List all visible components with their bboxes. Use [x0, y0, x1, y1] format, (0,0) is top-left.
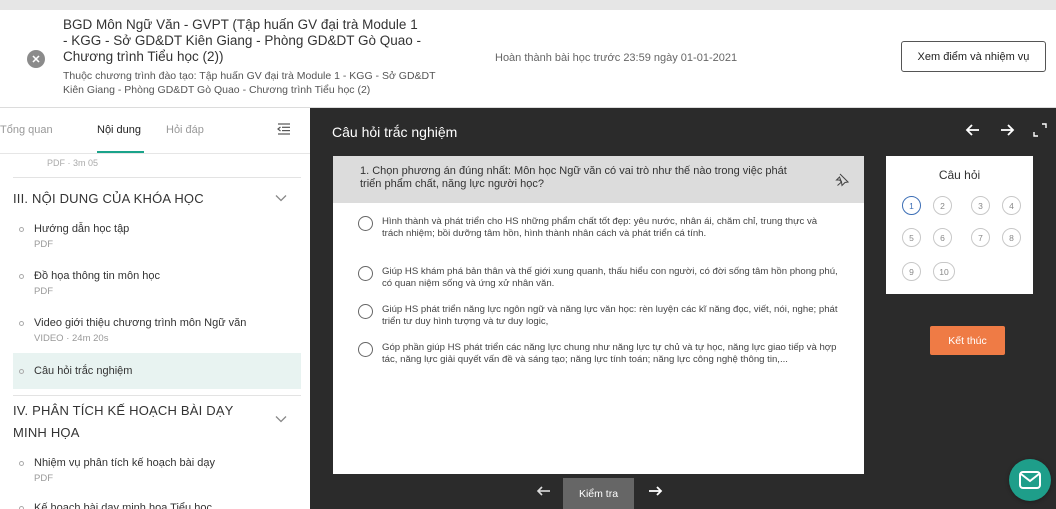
tab-qa[interactable]: Hỏi đáp	[166, 124, 204, 136]
section-title: IV. PHÂN TÍCH KẾ HOẠCH BÀI DẠY MINH HỌA	[13, 403, 234, 440]
questions-panel-title: Câu hỏi	[938, 168, 981, 182]
radio-button[interactable]	[358, 216, 373, 231]
bullet-icon	[19, 321, 24, 326]
answer-option[interactable]: Hình thành và phát triển cho HS những ph…	[358, 216, 838, 240]
section-header-iv[interactable]: IV. PHÂN TÍCH KẾ HOẠCH BÀI DẠY MINH HỌA	[13, 400, 301, 444]
quiz-area: Câu hỏi trắc nghiệm 1. Chọn phương án đú…	[310, 108, 1056, 509]
deadline-text: Hoàn thành bài học trước 23:59 ngày 01-0…	[495, 52, 738, 64]
radio-button[interactable]	[358, 342, 373, 357]
answer-option[interactable]: Giúp HS phát triển năng lực ngôn ngữ và …	[358, 304, 838, 328]
option-text: Giúp HS khám phá bản thân và thế giới xu…	[382, 266, 838, 289]
divider	[13, 177, 301, 178]
question-card: 1. Chọn phương án đúng nhất: Môn học Ngữ…	[333, 156, 864, 474]
question-number-button[interactable]: 7	[971, 228, 990, 247]
course-title: BGD Môn Ngữ Văn - GVPT (Tập huấn GV đại …	[63, 17, 421, 64]
section-header-iii[interactable]: III. NỘI DUNG CỦA KHÓA HỌC	[13, 188, 301, 210]
question-number-button[interactable]: 1	[902, 196, 921, 215]
list-item[interactable]: Nhiệm vụ phân tích kế hoạch bài dạy PDF	[13, 456, 301, 490]
expand-icon[interactable]	[1032, 121, 1048, 139]
question-text: 1. Chọn phương án đúng nhất: Môn học Ngữ…	[360, 165, 787, 190]
sidebar: Tổng quan Nội dung Hỏi đáp PDF · 3m 05 I…	[0, 108, 310, 509]
close-icon[interactable]: ✕	[27, 50, 45, 68]
mail-icon[interactable]	[1009, 459, 1051, 501]
question-header: 1. Chọn phương án đúng nhất: Môn học Ngữ…	[333, 156, 864, 203]
radio-button[interactable]	[358, 304, 373, 319]
answer-option[interactable]: Góp phần giúp HS phát triển các năng lực…	[358, 342, 838, 366]
item-title: Kế hoạch bài dạy minh họa Tiểu học	[34, 502, 212, 509]
question-number-button[interactable]: 5	[902, 228, 921, 247]
list-item[interactable]: Video giới thiệu chương trình môn Ngữ vă…	[13, 316, 301, 350]
bullet-icon	[19, 274, 24, 279]
next-question-icon[interactable]	[646, 484, 664, 498]
list-item-selected[interactable]: Câu hỏi trắc nghiệm	[13, 353, 301, 389]
questions-panel: Câu hỏi 1 2 3 4 5 6 7 8 9 10	[886, 156, 1033, 294]
question-number-button[interactable]: 6	[933, 228, 952, 247]
item-title: Nhiệm vụ phân tích kế hoạch bài dạy	[34, 457, 216, 469]
tab-overview[interactable]: Tổng quan	[0, 124, 53, 136]
check-button[interactable]: Kiểm tra	[563, 478, 634, 509]
list-item[interactable]: Đồ họa thông tin môn học PDF	[13, 269, 301, 303]
option-text: Giúp HS phát triển năng lực ngôn ngữ và …	[382, 304, 838, 327]
section-title: III. NỘI DUNG CỦA KHÓA HỌC	[13, 191, 204, 206]
question-number-button[interactable]: 8	[1002, 228, 1021, 247]
item-title: Hướng dẫn học tập	[34, 223, 130, 235]
divider	[13, 395, 301, 396]
course-header: ✕ BGD Môn Ngữ Văn - GVPT (Tập huấn GV đạ…	[0, 10, 1056, 108]
finish-button[interactable]: Kết thúc	[930, 326, 1005, 355]
item-meta: VIDEO · 24m 20s	[34, 333, 109, 344]
bullet-icon	[19, 369, 24, 374]
option-text: Hình thành và phát triển cho HS những ph…	[382, 216, 818, 239]
arrow-left-icon[interactable]	[964, 121, 982, 139]
list-item[interactable]: Hướng dẫn học tập PDF	[13, 222, 301, 256]
answer-option[interactable]: Giúp HS khám phá bản thân và thế giới xu…	[358, 266, 838, 290]
cut-off-item-meta: PDF · 3m 05	[47, 158, 99, 168]
item-title: Đồ họa thông tin môn học	[34, 270, 160, 282]
view-scores-button[interactable]: Xem điểm và nhiệm vụ	[901, 41, 1046, 72]
chevron-down-icon	[275, 416, 287, 423]
chevron-down-icon	[275, 195, 287, 202]
list-item[interactable]: Kế hoạch bài dạy minh họa Tiểu học	[13, 501, 301, 509]
active-tab-indicator	[97, 151, 144, 153]
item-title: Câu hỏi trắc nghiệm	[34, 365, 133, 377]
item-meta: PDF	[34, 239, 53, 250]
sidebar-tabs: Tổng quan Nội dung Hỏi đáp	[0, 108, 310, 154]
item-meta: PDF	[34, 473, 53, 484]
collapse-sidebar-icon[interactable]	[277, 123, 291, 135]
tab-content[interactable]: Nội dung	[97, 124, 141, 136]
question-number-button[interactable]: 9	[902, 262, 921, 281]
bullet-icon	[19, 461, 24, 466]
question-number-button[interactable]: 2	[933, 196, 952, 215]
arrow-right-icon[interactable]	[998, 121, 1016, 139]
envelope-icon	[1019, 471, 1041, 489]
radio-button[interactable]	[358, 266, 373, 281]
top-strip	[0, 0, 1056, 10]
item-title: Video giới thiệu chương trình môn Ngữ vă…	[34, 317, 247, 329]
question-number-button[interactable]: 10	[933, 262, 955, 281]
pin-icon[interactable]	[835, 173, 849, 187]
question-number-button[interactable]: 4	[1002, 196, 1021, 215]
option-text: Góp phần giúp HS phát triển các năng lực…	[382, 342, 837, 365]
item-meta: PDF	[34, 286, 53, 297]
quiz-title: Câu hỏi trắc nghiệm	[332, 124, 458, 140]
bullet-icon	[19, 227, 24, 232]
prev-question-icon[interactable]	[535, 484, 553, 498]
course-program: Thuộc chương trình đào tạo: Tập huấn GV …	[63, 70, 436, 96]
question-number-button[interactable]: 3	[971, 196, 990, 215]
